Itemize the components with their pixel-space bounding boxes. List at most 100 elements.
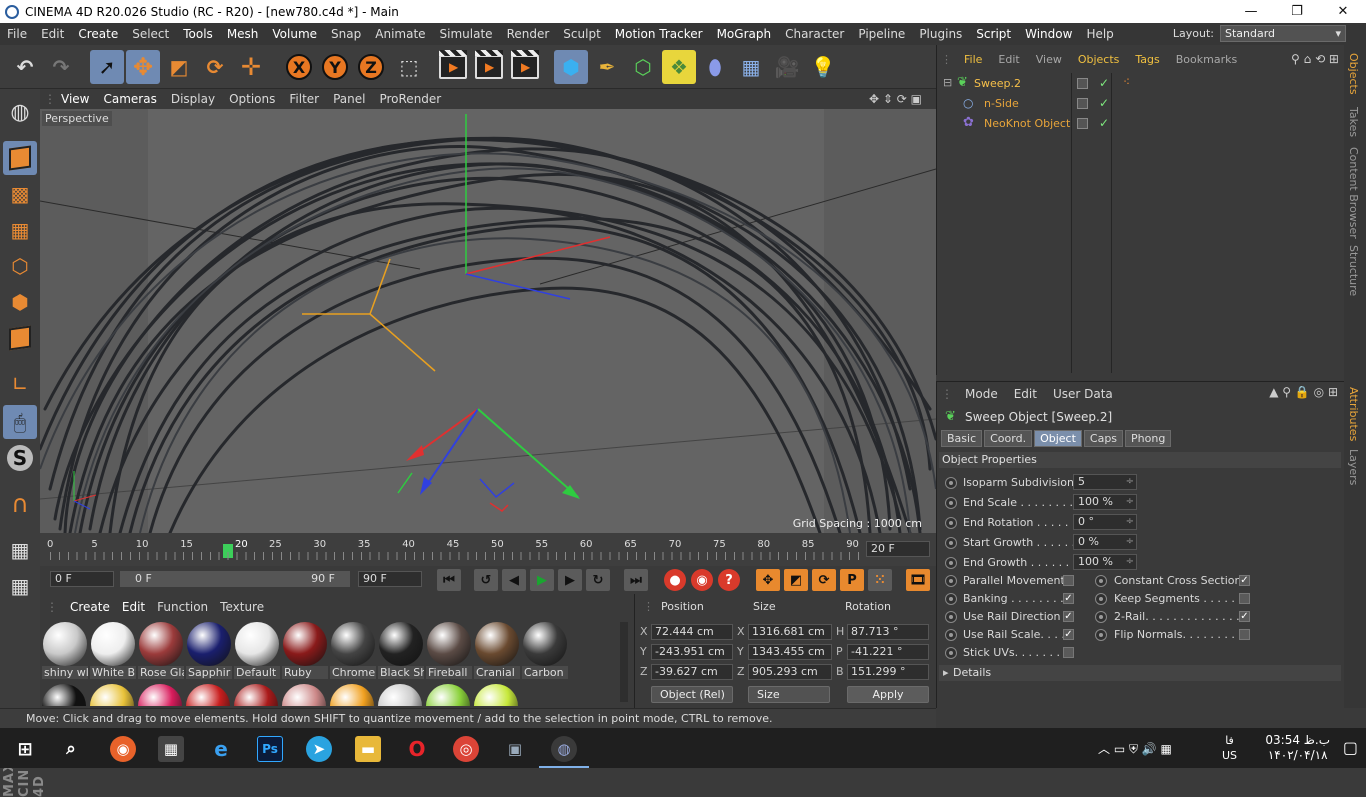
animate-radio-icon[interactable] xyxy=(945,647,957,659)
end-growth-field[interactable]: 100 % xyxy=(1073,554,1137,570)
apply-button[interactable]: Apply xyxy=(847,686,929,703)
make-editable-icon[interactable]: ◍ xyxy=(3,95,37,129)
material-swatch[interactable]: Black Sh xyxy=(378,620,424,680)
rotate-tool-icon[interactable]: ⟳ xyxy=(198,50,232,84)
objects-menu-objects[interactable]: Objects xyxy=(1070,53,1128,66)
attribute-nav-icons[interactable]: ▲ ⚲ 🔒 ◎ ⊞ xyxy=(1269,385,1338,399)
enabled-check-icon[interactable]: ✓ xyxy=(1099,96,1109,110)
camera-icon[interactable]: 🎥 xyxy=(770,50,804,84)
viewport-nav-icons[interactable]: ✥ ⇕ ⟳ ▣ xyxy=(869,92,922,106)
dock-tab-objects[interactable]: Objects xyxy=(1347,53,1360,95)
viewport-menu-view[interactable]: View xyxy=(54,92,96,106)
timeline-ruler[interactable]: 0 5 10 15 20 25 30 35 40 45 50 55 60 65 … xyxy=(47,539,860,561)
restore-icon[interactable]: ❐ xyxy=(1274,0,1320,23)
material-swatch[interactable]: Carbon xyxy=(522,620,568,680)
menu-window[interactable]: Window xyxy=(1018,27,1079,41)
render-settings-icon[interactable] xyxy=(508,50,542,84)
select-tool-icon[interactable]: ➚ xyxy=(90,50,124,84)
objects-menu-bookmarks[interactable]: Bookmarks xyxy=(1168,53,1245,66)
material-swatch[interactable]: shiny wl xyxy=(42,620,88,680)
visibility-toggle[interactable] xyxy=(1077,98,1088,109)
tab-caps[interactable]: Caps xyxy=(1083,430,1124,447)
menu-pipeline[interactable]: Pipeline xyxy=(851,27,912,41)
viewport-menu-filter[interactable]: Filter xyxy=(282,92,326,106)
redo-icon[interactable]: ↷ xyxy=(44,50,78,84)
taskbar-clock[interactable]: 03:54 ب.ظ ۱۴۰۲/۰۴/۱۸ xyxy=(1265,733,1330,763)
record-keyframe-icon[interactable]: ● xyxy=(664,569,686,591)
material-swatch[interactable]: Rose Gla xyxy=(138,620,184,680)
animate-radio-icon[interactable] xyxy=(945,611,957,623)
constant-cross-section-checkbox[interactable]: ✓ xyxy=(1239,575,1250,586)
animate-radio-icon[interactable] xyxy=(945,557,957,569)
deformer-icon[interactable]: ⬮ xyxy=(698,50,732,84)
notification-icon[interactable]: ▢ xyxy=(1343,738,1358,757)
menu-edit[interactable]: Edit xyxy=(34,27,71,41)
opera-icon[interactable]: O xyxy=(404,736,430,762)
record-rotation-icon[interactable]: ⟳ xyxy=(812,569,836,591)
material-swatch[interactable] xyxy=(234,684,278,706)
system-tray-icons[interactable]: ︿ ▭ ⛨ 🔊 ▦ xyxy=(1098,740,1172,757)
animate-radio-icon[interactable] xyxy=(945,629,957,641)
undo-icon[interactable]: ↶ xyxy=(8,50,42,84)
tab-object[interactable]: Object xyxy=(1034,430,1082,447)
visibility-toggle[interactable] xyxy=(1077,78,1088,89)
object-row-sweep[interactable]: ⊟ ❦ Sweep.2 ✓ ⁖ xyxy=(941,74,1341,94)
photoshop-icon[interactable]: Ps xyxy=(257,736,283,762)
cinema4d-taskbar-icon[interactable]: ◍ xyxy=(539,736,589,768)
menu-character[interactable]: Character xyxy=(778,27,851,41)
animate-radio-icon[interactable] xyxy=(945,537,957,549)
viewport-menu-display[interactable]: Display xyxy=(164,92,222,106)
menu-snap[interactable]: Snap xyxy=(324,27,368,41)
object-name[interactable]: Sweep.2 xyxy=(974,77,1021,90)
menu-script[interactable]: Script xyxy=(969,27,1018,41)
menu-mograph[interactable]: MoGraph xyxy=(710,27,779,41)
go-to-end-icon[interactable]: ⏭ xyxy=(624,569,648,591)
stick-uvs-checkbox[interactable] xyxy=(1063,647,1074,658)
details-section-header[interactable]: ▸ Details xyxy=(939,665,1341,681)
material-menu-create[interactable]: Create xyxy=(64,600,116,614)
edges-mode-icon[interactable]: ⬢ xyxy=(3,285,37,319)
enabled-check-icon[interactable]: ✓ xyxy=(1099,76,1109,90)
texture-mode-icon[interactable]: ▩ xyxy=(3,177,37,211)
viewport-menu-panel[interactable]: Panel xyxy=(326,92,372,106)
tweak-mode-icon[interactable]: 🖱 xyxy=(3,405,37,439)
dock-tab-takes[interactable]: Takes xyxy=(1347,107,1360,137)
two-rail-checkbox[interactable]: ✓ xyxy=(1239,611,1250,622)
material-swatch[interactable] xyxy=(378,684,422,706)
animate-radio-icon[interactable] xyxy=(945,497,957,509)
phong-tag-icon[interactable]: ⁖ xyxy=(1123,75,1130,89)
workplane-icon[interactable]: ▦ xyxy=(3,213,37,247)
windows-start-icon[interactable]: ⊞ xyxy=(12,736,38,762)
planar-workplane-icon[interactable]: ▦ xyxy=(3,569,37,603)
menu-file[interactable]: File xyxy=(0,27,34,41)
material-swatch[interactable] xyxy=(186,684,230,706)
position-x-field[interactable]: 72.444 cm xyxy=(651,624,733,640)
attributes-menu-mode[interactable]: Mode xyxy=(957,387,1006,401)
animate-radio-icon[interactable] xyxy=(945,575,957,587)
size-y-field[interactable]: 1343.455 cm xyxy=(748,644,832,660)
animate-radio-icon[interactable] xyxy=(1095,593,1107,605)
floor-icon[interactable]: ▦ xyxy=(734,50,768,84)
solo-mode-icon[interactable]: S xyxy=(3,441,37,475)
menu-motion-tracker[interactable]: Motion Tracker xyxy=(608,27,710,41)
close-icon[interactable]: ✕ xyxy=(1320,0,1366,23)
menu-animate[interactable]: Animate xyxy=(368,27,432,41)
animate-radio-icon[interactable] xyxy=(1095,611,1107,623)
light-icon[interactable]: 💡 xyxy=(806,50,840,84)
keyframe-selection-icon[interactable]: ? xyxy=(718,569,740,591)
render-view-icon[interactable] xyxy=(436,50,470,84)
viewport-menu-cameras[interactable]: Cameras xyxy=(96,92,163,106)
lock-workplane-icon[interactable]: ▦ xyxy=(3,533,37,567)
animate-radio-icon[interactable] xyxy=(1095,629,1107,641)
object-name[interactable]: NeoKnot Object xyxy=(984,117,1070,130)
menu-tools[interactable]: Tools xyxy=(176,27,220,41)
tab-coord[interactable]: Coord. xyxy=(984,430,1033,447)
minimize-icon[interactable]: — xyxy=(1228,0,1274,23)
start-frame-field[interactable]: 0 F xyxy=(50,571,114,587)
objects-menu-file[interactable]: File xyxy=(956,53,990,66)
menu-select[interactable]: Select xyxy=(125,27,176,41)
material-swatch[interactable] xyxy=(330,684,374,706)
menu-render[interactable]: Render xyxy=(500,27,557,41)
material-swatch[interactable] xyxy=(474,684,518,706)
firefox-icon[interactable]: ◉ xyxy=(110,736,136,762)
